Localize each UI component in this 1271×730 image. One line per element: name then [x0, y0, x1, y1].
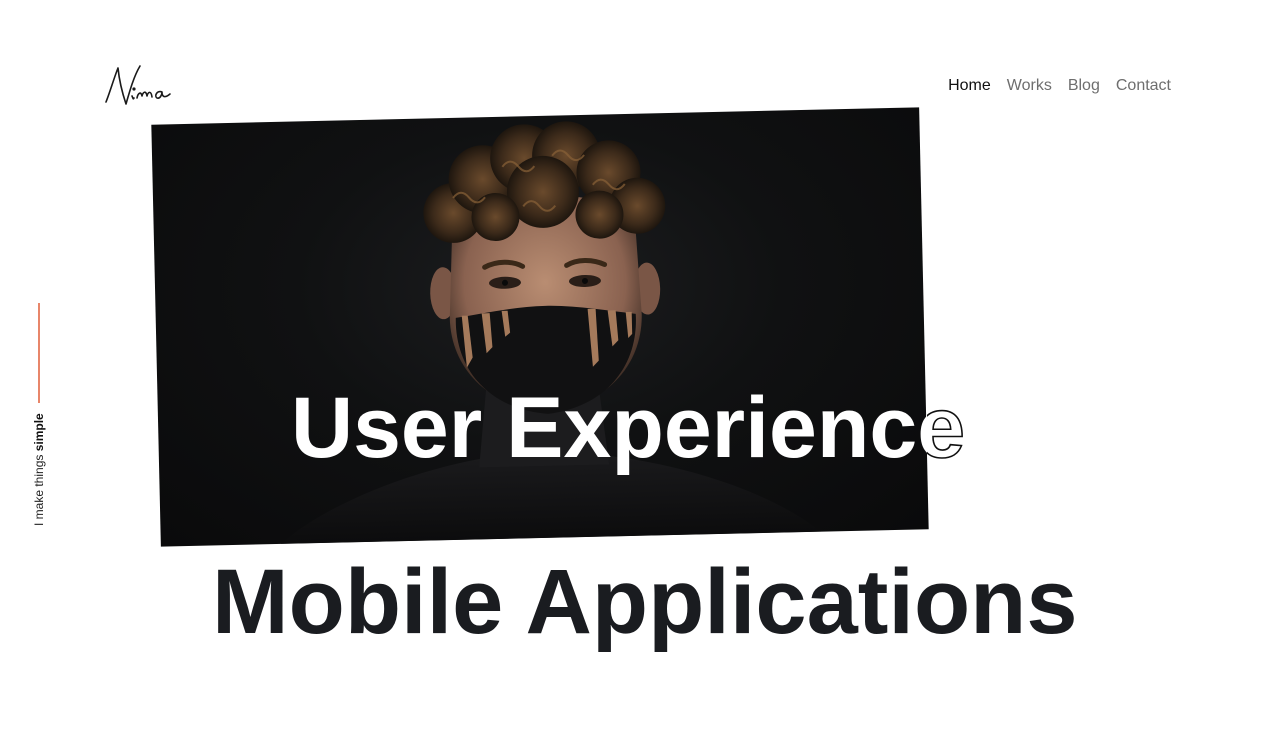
page: Home Works Blog Contact I make things si…	[0, 0, 1271, 730]
hero-subheadline: Mobile Applications	[212, 551, 1078, 653]
portrait-photo-icon	[280, 121, 821, 544]
side-tagline-prefix: I make things	[32, 454, 46, 526]
nav-home-link[interactable]: Home	[948, 76, 991, 96]
side-accent-line	[38, 303, 40, 403]
hero-image	[151, 107, 929, 547]
logo-signature-icon	[105, 65, 171, 105]
logo[interactable]	[100, 58, 180, 114]
nav-contact-link[interactable]: Contact	[1116, 76, 1171, 96]
side-tagline: I make things simple	[32, 413, 46, 526]
nav-blog-link[interactable]: Blog	[1068, 76, 1100, 96]
side-tagline-bold: simple	[32, 413, 46, 452]
main-nav: Home Works Blog Contact	[948, 76, 1171, 96]
nav-works-link[interactable]: Works	[1007, 76, 1052, 96]
